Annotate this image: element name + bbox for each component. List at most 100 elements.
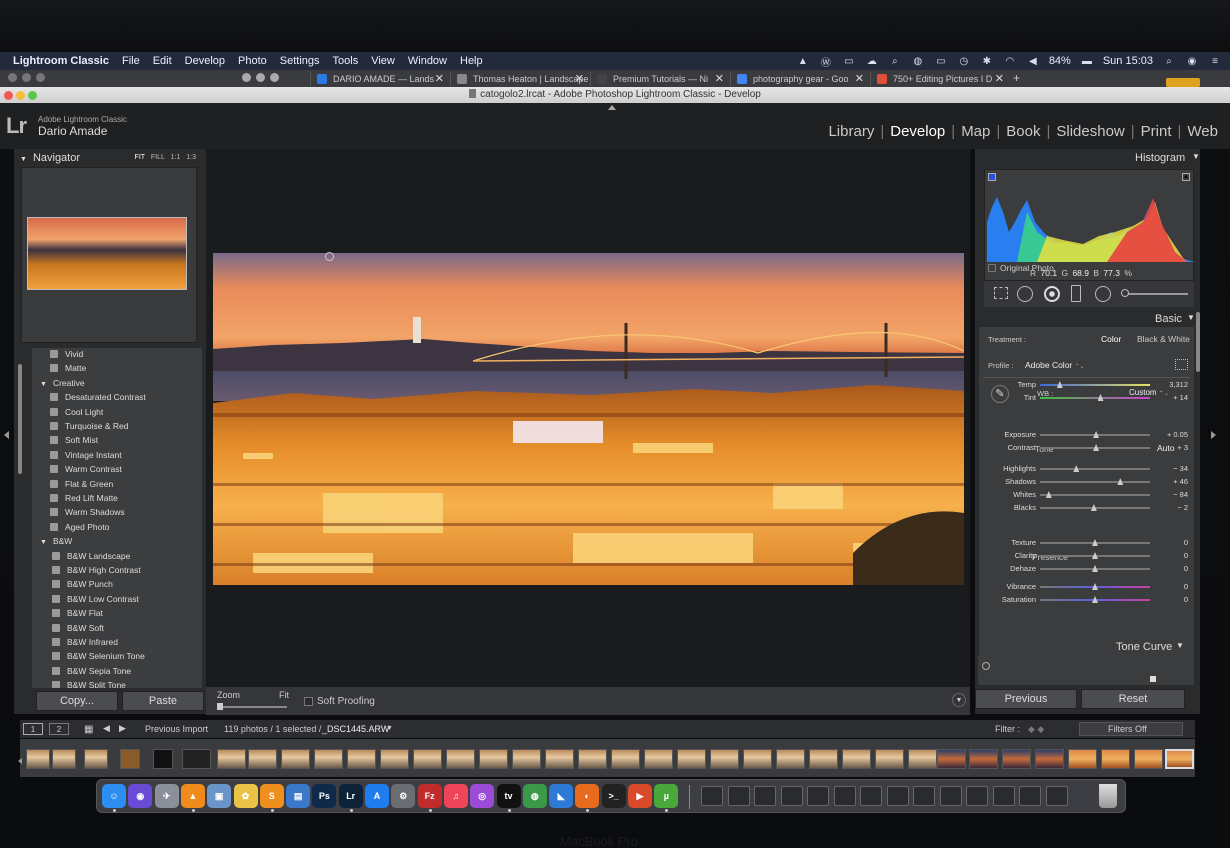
screenflow-icon[interactable]: ▶ bbox=[628, 784, 652, 808]
preset-item[interactable]: Matte bbox=[50, 361, 86, 375]
terminal-icon[interactable]: >_ bbox=[601, 784, 626, 808]
slider-clarity[interactable]: Clarity 0 bbox=[983, 549, 1188, 562]
slider-track[interactable] bbox=[1040, 381, 1150, 388]
slider-track[interactable] bbox=[1040, 394, 1150, 401]
preset-item[interactable]: Warm Shadows bbox=[50, 505, 125, 519]
preset-item[interactable]: Warm Contrast bbox=[50, 462, 122, 476]
wifi-icon[interactable]: ◠ bbox=[1003, 55, 1017, 67]
minimized-window-icon[interactable] bbox=[939, 786, 962, 806]
browser-tab[interactable]: Thomas Heaton | Landscape ✕ bbox=[450, 72, 588, 86]
photoshop-icon[interactable]: Ps bbox=[312, 784, 337, 808]
filmstrip-thumbnail[interactable] bbox=[182, 749, 211, 769]
siri-status-icon[interactable]: ◉ bbox=[1185, 55, 1199, 67]
slider-exposure[interactable]: Exposure + 0.05 bbox=[983, 428, 1188, 441]
slider-knob[interactable] bbox=[1117, 478, 1124, 485]
slider-contrast[interactable]: Contrast + 3 bbox=[983, 441, 1188, 454]
slider-value[interactable]: + 3 bbox=[1152, 443, 1188, 452]
slider-value[interactable]: 3,312 bbox=[1152, 380, 1188, 389]
filmstrip-thumbnail[interactable] bbox=[908, 749, 937, 769]
browser-close-icon[interactable] bbox=[8, 73, 17, 82]
previous-button[interactable]: Previous bbox=[975, 689, 1077, 709]
browser2-close-icon[interactable] bbox=[242, 73, 251, 82]
main-photo[interactable] bbox=[213, 253, 964, 585]
vlc-status-icon[interactable]: ▲ bbox=[796, 55, 810, 67]
spotlight-icon[interactable]: ⌕ bbox=[1162, 55, 1176, 67]
profile-dropdown[interactable]: Adobe Color ⌃⌄ bbox=[1025, 360, 1085, 370]
filmstrip-thumbnail[interactable] bbox=[611, 749, 640, 769]
slider-vibrance[interactable]: Vibrance 0 bbox=[983, 580, 1188, 593]
navigator-preview[interactable] bbox=[21, 167, 197, 343]
podcasts-icon[interactable]: ◎ bbox=[470, 784, 495, 808]
filmstrip-thumbnail[interactable] bbox=[969, 749, 998, 769]
left-panel-toggle-icon[interactable] bbox=[4, 431, 9, 439]
minimized-window-icon[interactable] bbox=[913, 786, 935, 806]
module-library[interactable]: Library bbox=[822, 123, 880, 140]
window-minimize-button[interactable] bbox=[16, 91, 25, 100]
slider-shadows[interactable]: Shadows + 46 bbox=[983, 475, 1188, 488]
filmstrip-thumbnail[interactable] bbox=[677, 749, 706, 769]
slider-whites[interactable]: Whites − 84 bbox=[983, 488, 1188, 501]
preset-item[interactable]: B&W Sepia Tone bbox=[52, 664, 131, 678]
trash-icon[interactable] bbox=[1099, 784, 1117, 808]
browser2-zoom-icon[interactable] bbox=[270, 73, 279, 82]
module-print[interactable]: Print bbox=[1135, 123, 1178, 140]
filmstrip-thumbnail[interactable] bbox=[1165, 749, 1194, 769]
slider-track[interactable] bbox=[1040, 504, 1150, 511]
preset-item[interactable]: B&W Infrared bbox=[52, 635, 118, 649]
forward-arrow-icon[interactable]: ▶ bbox=[119, 723, 126, 734]
photos-icon[interactable]: ✿ bbox=[233, 784, 258, 808]
filmstrip-thumbnail[interactable] bbox=[776, 749, 805, 769]
display-status-icon[interactable]: ▭ bbox=[934, 55, 948, 67]
bluetooth-icon[interactable]: ✱ bbox=[980, 55, 994, 67]
minimized-window-icon[interactable] bbox=[727, 786, 750, 806]
preview-icon[interactable]: ▣ bbox=[207, 784, 232, 808]
filmstrip-thumbnail[interactable] bbox=[644, 749, 673, 769]
menu-app-name[interactable]: Lightroom Classic bbox=[13, 55, 109, 67]
redeye-tool-icon[interactable] bbox=[1044, 286, 1060, 302]
filmstrip-thumbnail[interactable] bbox=[937, 749, 966, 769]
histogram-collapse-icon[interactable]: ▼ bbox=[1192, 152, 1200, 161]
filmstrip-thumbnail[interactable] bbox=[26, 749, 50, 769]
slider-highlights[interactable]: Highlights − 34 bbox=[983, 462, 1188, 475]
histogram-title[interactable]: Histogram bbox=[1135, 152, 1185, 164]
music-icon[interactable]: ♫ bbox=[443, 784, 468, 808]
tone-curve-collapse-icon[interactable]: ▼ bbox=[1176, 641, 1184, 650]
firefox-icon[interactable]: ◐ bbox=[575, 784, 600, 808]
slider-track[interactable] bbox=[1040, 431, 1150, 438]
filmstrip-thumbnail[interactable] bbox=[743, 749, 772, 769]
targeted-adjustment-icon[interactable] bbox=[982, 662, 990, 670]
slider-track[interactable] bbox=[1040, 596, 1150, 603]
control-center-icon[interactable]: ≡ bbox=[1208, 55, 1222, 67]
soft-proofing-checkbox[interactable] bbox=[304, 697, 313, 706]
hd-status-icon[interactable]: ▭ bbox=[842, 55, 856, 67]
slider-track[interactable] bbox=[1040, 478, 1150, 485]
filename-chevron-icon[interactable]: ▼ bbox=[386, 725, 393, 732]
window-close-button[interactable] bbox=[4, 91, 13, 100]
module-slideshow[interactable]: Slideshow bbox=[1050, 123, 1130, 140]
creative-cloud-status-icon[interactable]: ☁ bbox=[865, 55, 879, 67]
slider-knob[interactable] bbox=[1092, 583, 1098, 590]
preset-item[interactable]: B&W Landscape bbox=[52, 549, 130, 563]
tone-curve-title[interactable]: Tone Curve bbox=[1116, 641, 1172, 653]
menu-photo[interactable]: Photo bbox=[238, 55, 267, 67]
preset-item[interactable]: B&W Punch bbox=[52, 577, 113, 591]
slider-value[interactable]: + 0.05 bbox=[1152, 430, 1188, 439]
filmstrip-thumbnail[interactable] bbox=[1101, 749, 1130, 769]
minimized-window-icon[interactable] bbox=[966, 786, 988, 806]
minimized-window-icon[interactable] bbox=[754, 786, 776, 806]
slider-value[interactable]: − 84 bbox=[1152, 490, 1188, 499]
nav-opt-1-1[interactable]: 1:1 bbox=[171, 154, 181, 161]
reset-button[interactable]: Reset bbox=[1081, 689, 1185, 709]
filmstrip-thumbnail[interactable] bbox=[120, 749, 140, 769]
tab-close-icon[interactable]: ✕ bbox=[855, 72, 864, 86]
slider-knob[interactable] bbox=[1090, 504, 1097, 511]
preset-item[interactable]: Desaturated Contrast bbox=[50, 390, 146, 404]
filmstrip-thumbnail[interactable] bbox=[1035, 749, 1064, 769]
filter-dropdown[interactable]: Filters Off bbox=[1079, 722, 1183, 736]
profile-browser-icon[interactable] bbox=[1175, 359, 1188, 370]
wordpress-status-icon[interactable]: Ⓦ bbox=[819, 55, 833, 69]
preset-item[interactable]: B&W Low Contrast bbox=[52, 592, 139, 606]
preset-item[interactable]: Aged Photo bbox=[50, 520, 109, 534]
slider-blacks[interactable]: Blacks − 2 bbox=[983, 501, 1188, 514]
lightroom-icon[interactable]: Lr bbox=[338, 784, 363, 808]
